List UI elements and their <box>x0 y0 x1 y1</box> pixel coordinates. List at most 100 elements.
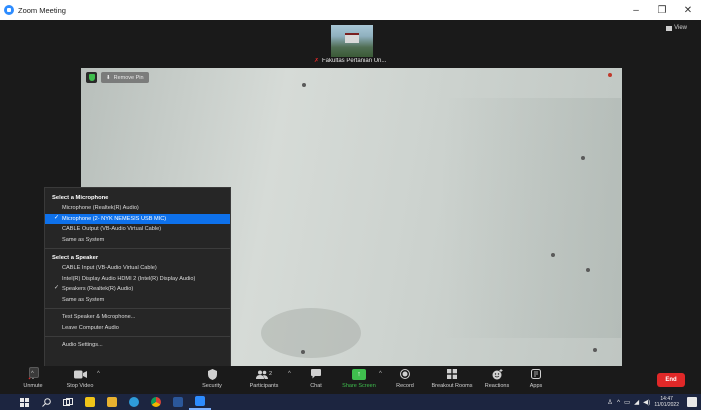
checkmark-icon: ✓ <box>54 214 60 221</box>
chrome-icon <box>151 397 161 407</box>
participants-button[interactable]: 2 Participants <box>242 367 286 389</box>
end-meeting-button[interactable]: End <box>657 373 685 387</box>
apps-label: Apps <box>529 383 543 389</box>
breakout-rooms-button[interactable]: Breakout Rooms <box>430 367 474 389</box>
stop-video-button[interactable]: Stop Video <box>58 367 102 389</box>
menu-divider <box>45 248 230 249</box>
task-view-button[interactable] <box>57 394 79 410</box>
task-view-icon <box>63 397 73 406</box>
store-icon <box>85 397 95 407</box>
share-screen-label: Share Screen <box>342 383 376 389</box>
wifi-icon[interactable]: ◢ <box>634 398 639 406</box>
menu-divider <box>45 336 230 337</box>
reactions-label: Reactions <box>484 383 510 389</box>
meeting-toolbar: Unmute ^ Stop Video ^ Security 2 Partici… <box>0 366 701 394</box>
unmute-label: Unmute <box>23 383 43 389</box>
remove-pin-label: Remove Pin <box>113 74 144 81</box>
breakout-rooms-label: Breakout Rooms <box>431 383 473 389</box>
store-taskbar-button[interactable] <box>79 394 101 410</box>
video-camera-icon <box>73 367 87 381</box>
search-taskbar-button[interactable] <box>35 394 57 410</box>
minimize-button[interactable]: – <box>623 0 649 20</box>
zoom-taskbar-button[interactable] <box>189 394 211 410</box>
zoom-logo-icon <box>4 5 14 15</box>
grid-icon <box>666 25 673 31</box>
participants-count: 2 <box>268 371 273 377</box>
close-button[interactable]: ✕ <box>675 0 701 20</box>
speaker-option[interactable]: Intel(R) Display Audio HDMI 2 (Intel(R) … <box>45 274 230 285</box>
file-explorer-taskbar-button[interactable] <box>101 394 123 410</box>
edge-taskbar-button[interactable] <box>123 394 145 410</box>
battery-icon[interactable]: ▭ <box>624 398 630 406</box>
participants-label: Participants <box>249 383 279 389</box>
window-title: Zoom Meeting <box>18 5 66 15</box>
test-speaker-mic-option[interactable]: Test Speaker & Microphone... <box>45 312 230 323</box>
mic-option-label: Microphone (Realtek(R) Audio) <box>62 205 139 212</box>
speaker-option-selected[interactable]: ✓ Speakers (Realtek(R) Audio) <box>45 284 230 295</box>
windows-taskbar: ♙ ^ ▭ ◢ ◀) 14:47 11/01/2022 <box>0 394 701 410</box>
view-button[interactable]: View <box>666 25 687 31</box>
leave-computer-audio-option[interactable]: Leave Computer Audio <box>45 323 230 334</box>
test-speaker-mic-label: Test Speaker & Microphone... <box>62 314 136 321</box>
apps-icon <box>531 367 541 381</box>
record-button[interactable]: Record <box>383 367 427 389</box>
chat-button[interactable]: Chat <box>294 367 338 389</box>
remove-pin-button[interactable]: ⬇ Remove Pin <box>101 72 149 83</box>
reactions-button[interactable]: Reactions <box>475 367 519 389</box>
participant-label: ✗ Fakultas Pertanian Un... <box>314 58 392 64</box>
speaker-option-label: Same as System <box>62 296 105 303</box>
breakout-rooms-icon <box>447 367 457 381</box>
folder-icon <box>107 397 117 407</box>
volume-icon[interactable]: ◀) <box>643 398 650 406</box>
checkmark-icon: ✓ <box>54 285 60 291</box>
participant-video <box>331 25 373 57</box>
mic-section-header: Select a Microphone <box>52 195 109 201</box>
chat-label: Chat <box>310 383 322 389</box>
chevron-up-icon: ^ <box>288 371 291 377</box>
speaker-option[interactable]: Same as System <box>45 295 230 306</box>
mic-option[interactable]: Same as System <box>45 235 230 246</box>
participant-thumbnail[interactable]: ✗ Fakultas Pertanian Un... <box>314 25 392 67</box>
meeting-area: View ✗ Fakultas Pertanian Un... ⬇ Remove… <box>0 20 701 384</box>
participant-name: Fakultas Pertanian Un... <box>322 58 387 64</box>
speaker-section-header: Select a Speaker <box>52 255 99 261</box>
shield-icon <box>86 72 97 83</box>
chevron-up-icon: ^ <box>31 371 34 377</box>
chrome-taskbar-button[interactable] <box>145 394 167 410</box>
mic-option-label: Same as System <box>62 236 105 243</box>
title-bar: Zoom Meeting – ❐ ✕ <box>0 0 701 20</box>
leave-computer-audio-label: Leave Computer Audio <box>62 324 119 331</box>
speaker-option[interactable]: CABLE Input (VB-Audio Virtual Cable) <box>45 263 230 274</box>
speaker-option-label: Intel(R) Display Audio HDMI 2 (Intel(R) … <box>62 275 196 282</box>
share-screen-icon: ↑ <box>352 367 366 381</box>
share-screen-button[interactable]: ↑ Share Screen <box>337 367 381 389</box>
mic-muted-icon: ✗ <box>314 58 320 64</box>
restore-button[interactable]: ❐ <box>649 0 675 20</box>
menu-divider <box>45 308 230 309</box>
record-label: Record <box>396 383 414 389</box>
mic-option[interactable]: CABLE Output (VB-Audio Virtual Cable) <box>45 224 230 235</box>
notification-icon[interactable] <box>687 397 697 407</box>
audio-options-menu: Select a Microphone Microphone (Realtek(… <box>44 187 231 384</box>
mic-option[interactable]: Microphone (Realtek(R) Audio) <box>45 203 230 214</box>
apps-button[interactable]: Apps <box>514 367 558 389</box>
participants-icon: 2 <box>255 367 273 381</box>
security-button[interactable]: Security <box>190 367 234 389</box>
chevron-up-icon[interactable]: ^ <box>617 399 620 406</box>
word-icon <box>173 397 183 407</box>
system-tray: ♙ ^ ▭ ◢ ◀) 14:47 11/01/2022 <box>607 394 701 410</box>
record-icon <box>400 367 410 381</box>
shield-icon <box>207 367 217 381</box>
view-label: View <box>674 25 687 31</box>
people-icon[interactable]: ♙ <box>607 398 613 406</box>
mic-option-label: CABLE Output (VB-Audio Virtual Cable) <box>62 226 162 233</box>
mic-option-selected[interactable]: ✓ Microphone (2- NYK NEMESIS USB MIC) <box>45 213 230 224</box>
mic-option-label: Microphone (2- NYK NEMESIS USB MIC) <box>62 215 167 222</box>
audio-settings-option[interactable]: Audio Settings... <box>45 340 230 351</box>
start-button[interactable] <box>13 394 35 410</box>
chevron-up-icon: ^ <box>97 371 100 377</box>
clock[interactable]: 14:47 11/01/2022 <box>654 396 679 408</box>
word-taskbar-button[interactable] <box>167 394 189 410</box>
smiley-plus-icon <box>492 367 503 381</box>
zoom-icon <box>195 396 205 406</box>
